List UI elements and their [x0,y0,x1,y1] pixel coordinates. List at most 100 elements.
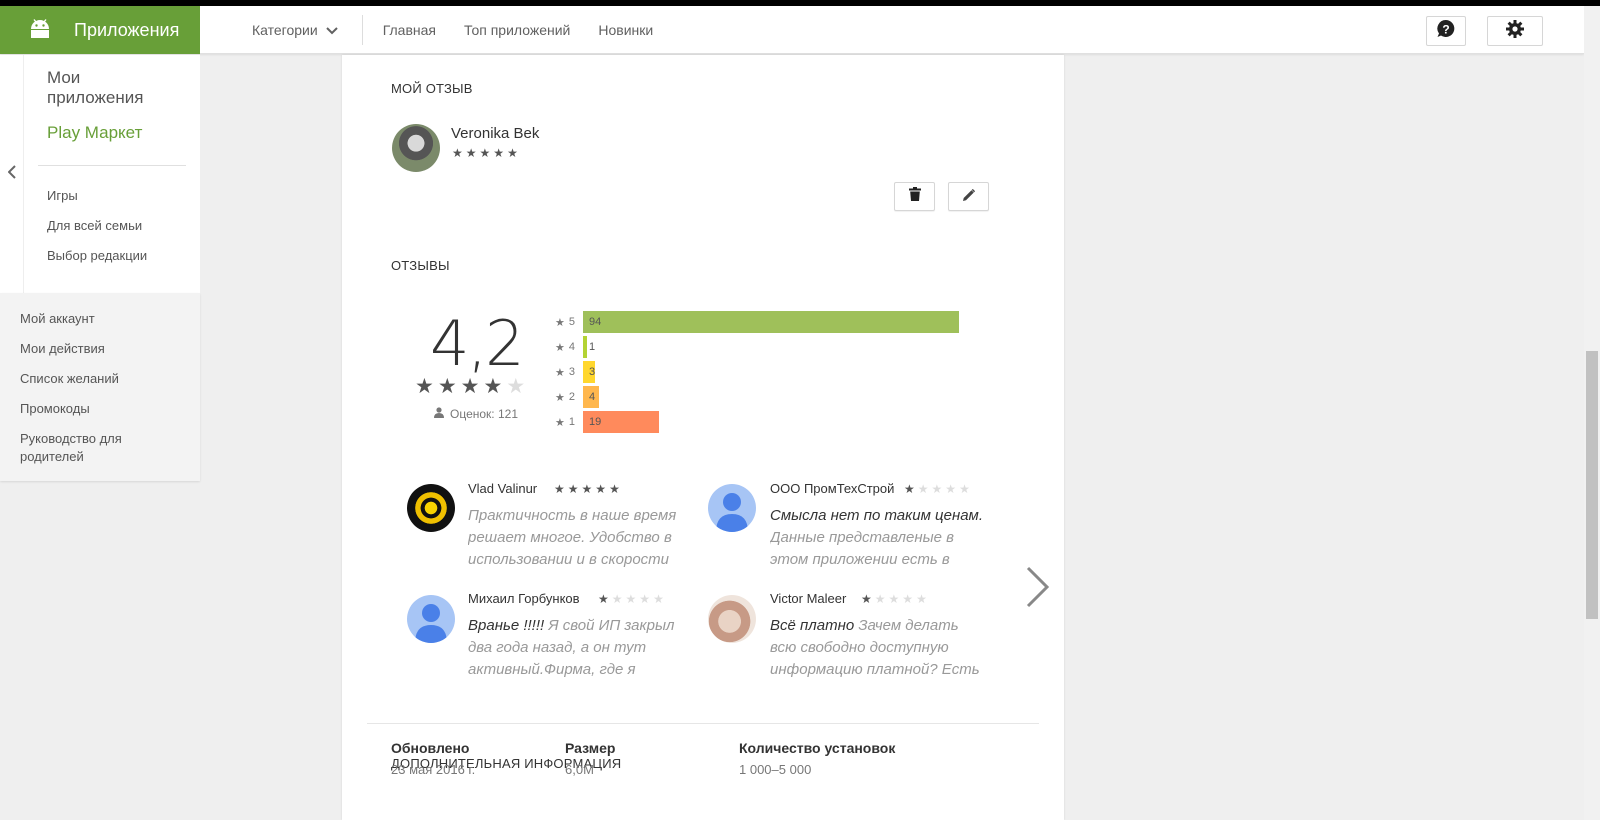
histogram-bar: 4 [583,386,599,408]
sidebar-item-promo[interactable]: Промокоды [20,400,180,418]
average-rating: 4,2 [430,307,525,380]
histogram-row: ★ 3 3 [555,361,595,383]
nav-top-apps[interactable]: Топ приложений [464,22,570,38]
edit-review-button[interactable] [948,182,989,211]
categories-label: Категории [252,22,318,38]
histogram-star-level: 1 [568,416,575,428]
star-filled-icon: ★ [479,146,491,160]
review-avatar-maleer [708,595,756,643]
main-card: МОЙ ОТЗЫВ Veronika Bek ★ ★ ★ ★ ★ ОТЗЫВЫ 4,2 … [342,55,1064,820]
star-filled-icon: ★ [581,482,593,496]
star-empty-icon: ★ [902,592,914,606]
review-author: Victor Maleer [770,591,847,606]
review-text: Вранье !!!!! Я свой ИП закрыл два года н… [468,617,675,678]
help-button[interactable]: ? [1426,16,1466,46]
my-review-stars: ★ ★ ★ ★ ★ [452,147,518,159]
star-icon: ★ [555,366,565,379]
histogram-bar: 19 [583,411,659,433]
brand[interactable]: Приложения [0,6,200,54]
info-installs-label: Количество установок [739,740,896,756]
review-avatar-vlad [407,484,455,532]
review-text: Практичность в наше время решает многое.… [468,507,677,568]
star-filled-icon: ★ [507,146,518,160]
histogram-row: ★ 5 94 [555,311,959,333]
review-stars: ★ ★ ★ ★ ★ [554,483,620,495]
star-filled-icon: ★ [460,375,480,398]
android-icon [26,16,54,44]
star-empty-icon: ★ [916,592,927,606]
rating-count-label: Оценок: 121 [450,407,518,421]
histogram-count: 19 [589,416,602,428]
review-author: Михаил Горбунков [468,591,580,606]
average-rating-stars: ★ ★ ★ ★ ★ [415,376,525,397]
help-icon: ? [1436,19,1456,44]
categories-dropdown[interactable]: Категории [252,22,338,38]
sidebar-play-market[interactable]: Play Маркет [47,123,142,143]
chevron-down-icon [325,22,338,38]
star-icon: ★ [555,391,565,404]
sidebar-item-parent-guide[interactable]: Руководство для родителей [20,430,145,466]
star-filled-icon: ★ [567,482,579,496]
default-avatar-icon [716,493,748,532]
star-filled-icon: ★ [483,375,503,398]
histogram-label: ★ 1 [555,416,583,429]
sidebar-item-family[interactable]: Для всей семьи [47,218,142,233]
brand-title: Приложения [74,19,180,40]
my-review-author: Veronika Bek [451,125,540,142]
star-filled-icon: ★ [452,146,463,160]
my-review-title: МОЙ ОТЗЫВ [391,81,473,96]
scrollbar-thumb[interactable] [1586,351,1598,619]
star-empty-icon: ★ [874,592,886,606]
app-header: Приложения Категории Главная Топ приложе… [0,6,1584,54]
histogram-star-level: 5 [568,316,575,328]
top-nav: Категории Главная Топ приложений Новинки [252,6,681,54]
sidebar-item-wishlist[interactable]: Список желаний [20,370,180,388]
gear-icon [1506,19,1524,43]
sidebar-item-my-activity[interactable]: Мои действия [20,340,180,358]
info-updated-label: Обновлено [391,740,470,756]
histogram-bar: 1 [583,336,595,358]
star-filled-icon: ★ [609,482,620,496]
chevron-right-icon [1022,566,1052,613]
rating-count: Оценок: 121 [434,407,518,421]
info-size-value: 6,0M [565,762,594,777]
delete-review-button[interactable] [894,182,935,211]
histogram-row: ★ 1 19 [555,411,659,433]
star-empty-icon: ★ [653,592,664,606]
star-filled-icon: ★ [595,482,607,496]
nav-divider [361,15,363,45]
sidebar-collapse-button[interactable] [0,55,24,293]
star-filled-icon: ★ [554,482,565,496]
histogram-row: ★ 4 1 [555,336,595,358]
info-installs-value: 1 000–5 000 [739,762,812,777]
sidebar-my-apps[interactable]: Мои приложения [47,68,167,108]
star-empty-icon: ★ [959,482,970,496]
histogram-star-level: 3 [568,366,575,378]
settings-button[interactable] [1487,16,1543,46]
section-divider [367,723,1039,724]
histogram-count: 4 [589,391,596,403]
star-icon: ★ [555,316,565,329]
sidebar-item-my-account[interactable]: Мой аккаунт [20,310,180,328]
histogram-label: ★ 4 [555,341,583,354]
next-reviews-button[interactable] [1022,565,1052,609]
sidebar-account-menu: Мой аккаунт Мои действия Список желаний … [0,293,200,481]
sidebar-item-games[interactable]: Игры [47,188,78,203]
review-avatar-promtech [708,484,756,532]
histogram-bar: 3 [583,361,595,383]
scrollbar[interactable] [1584,6,1600,820]
review-stars: ★ ★ ★ ★ ★ [598,593,664,605]
star-filled-icon: ★ [437,375,457,398]
my-avatar [392,124,440,172]
nav-new[interactable]: Новинки [598,22,653,38]
star-filled-icon: ★ [493,146,505,160]
nav-home[interactable]: Главная [383,22,436,38]
histogram-label: ★ 3 [555,366,583,379]
default-avatar-icon [415,604,447,643]
reviews-title: ОТЗЫВЫ [391,258,450,273]
svg-text:?: ? [1442,22,1449,36]
star-empty-icon: ★ [888,592,900,606]
review-author: ООО ПромТехСтрой [770,481,895,496]
histogram-row: ★ 2 4 [555,386,599,408]
sidebar-item-editors-choice[interactable]: Выбор редакции [47,248,147,263]
